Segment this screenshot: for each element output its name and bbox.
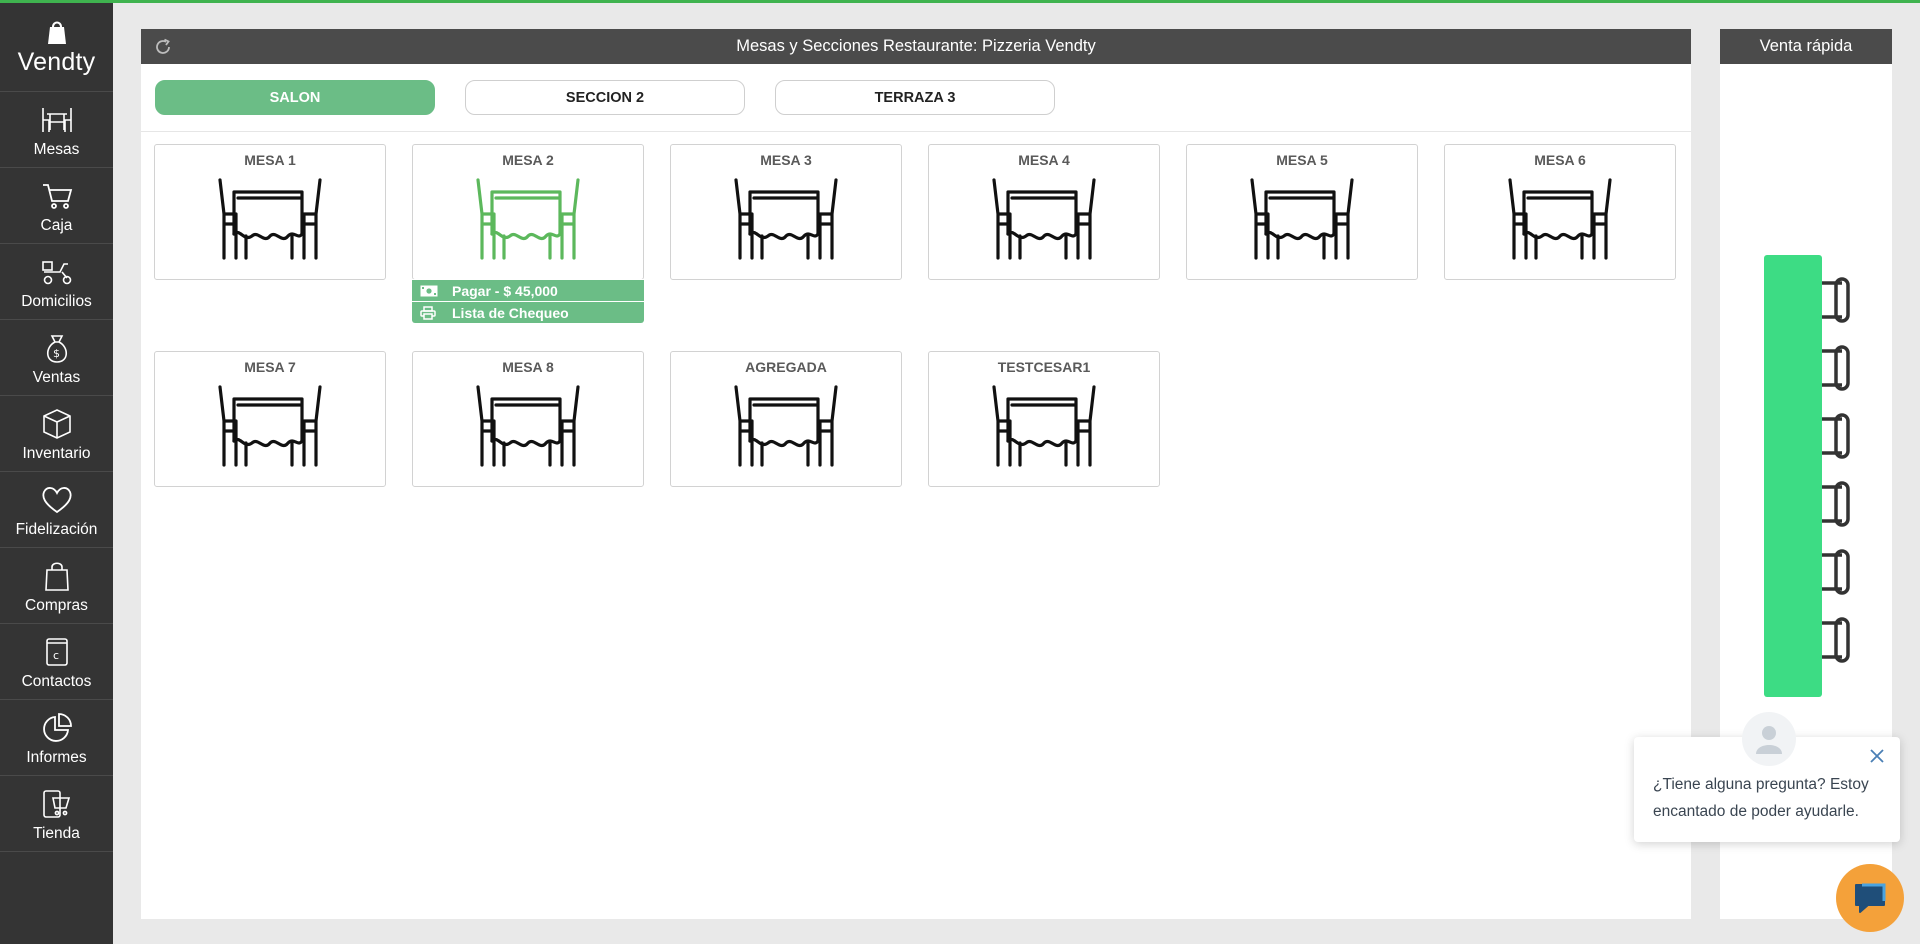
pie-chart-icon <box>41 709 73 747</box>
chat-button[interactable] <box>1836 864 1904 932</box>
section-tabs: SALON SECCION 2 TERRAZA 3 <box>141 64 1691 132</box>
table-card[interactable]: MESA 4 <box>928 144 1160 280</box>
chat-bubble-icon <box>1855 883 1886 913</box>
sidebar-item-label: Inventario <box>22 444 91 462</box>
chat-message: ¿Tiene alguna pregunta? Estoy encantado … <box>1653 776 1869 820</box>
table-card[interactable]: MESA 6 <box>1444 144 1676 280</box>
cart-icon <box>41 177 73 215</box>
table-name: MESA 2 <box>502 152 554 168</box>
sidebar-item-informes[interactable]: Informes <box>0 700 113 776</box>
pay-label: Pagar - $ 45,000 <box>452 282 558 299</box>
brand-logo[interactable]: Vendty <box>0 3 113 92</box>
svg-text:c: c <box>53 649 59 662</box>
sidebar-item-label: Domicilios <box>21 292 92 310</box>
panel-header: Mesas y Secciones Restaurante: Pizzeria … <box>141 29 1691 64</box>
tab-seccion-2[interactable]: SECCION 2 <box>465 80 745 115</box>
shopping-bag-logo-icon <box>47 21 66 44</box>
table-name: MESA 6 <box>1534 152 1586 168</box>
sidebar-item-label: Compras <box>25 596 88 614</box>
sidebar-item-label: Informes <box>26 748 87 766</box>
dining-table-icon <box>413 385 643 467</box>
close-icon[interactable] <box>1868 747 1886 765</box>
quick-sale-title: Venta rápida <box>1720 29 1892 64</box>
dining-table-icon <box>1187 178 1417 260</box>
table-name: MESA 3 <box>760 152 812 168</box>
sidebar-item-contactos[interactable]: c Contactos <box>0 624 113 700</box>
sidebar: Vendty Mesas Caja Domicilios $ Ventas In… <box>0 3 113 944</box>
sidebar-item-label: Contactos <box>21 672 92 690</box>
sidebar-item-fidelizacion[interactable]: Fidelización <box>0 472 113 548</box>
pay-button[interactable]: Pagar - $ 45,000 <box>412 279 644 301</box>
table-name: MESA 8 <box>502 359 554 375</box>
svg-text:$: $ <box>53 347 60 360</box>
table-card[interactable]: MESA 2 Pagar - $ 45,000 Lista de Chequeo <box>412 144 644 323</box>
table-card[interactable]: MESA 5 <box>1186 144 1418 280</box>
printer-icon <box>420 305 438 320</box>
sidebar-item-ventas[interactable]: $ Ventas <box>0 320 113 396</box>
dining-table-icon <box>671 385 901 467</box>
user-avatar-icon <box>1756 726 1782 754</box>
table-card[interactable]: MESA 8 <box>412 351 644 487</box>
shopping-bag-icon <box>43 557 71 595</box>
dining-table-icon <box>929 385 1159 467</box>
box-icon <box>42 405 72 443</box>
chat-avatar <box>1742 712 1796 766</box>
notebook-icon[interactable] <box>1762 253 1852 704</box>
sidebar-item-label: Caja <box>40 216 73 234</box>
dining-table-icon <box>155 178 385 260</box>
sidebar-item-label: Ventas <box>32 368 81 386</box>
table-card[interactable]: MESA 3 <box>670 144 902 280</box>
table-card[interactable]: AGREGADA <box>670 351 902 487</box>
table-name: AGREGADA <box>745 359 827 375</box>
table-name: MESA 7 <box>244 359 296 375</box>
store-phone-icon <box>41 785 73 823</box>
table-icon <box>40 101 74 139</box>
dining-table-icon <box>413 178 643 260</box>
table-card[interactable]: TESTCESAR1 <box>928 351 1160 487</box>
sidebar-item-mesas[interactable]: Mesas <box>0 92 113 168</box>
table-name: MESA 4 <box>1018 152 1070 168</box>
sidebar-item-label: Mesas <box>33 140 80 158</box>
table-card[interactable]: MESA 1 <box>154 144 386 280</box>
sidebar-item-label: Fidelización <box>15 520 98 538</box>
table-name: MESA 1 <box>244 152 296 168</box>
table-name: TESTCESAR1 <box>997 359 1091 375</box>
dining-table-icon <box>929 178 1159 260</box>
brand-name: Vendty <box>17 47 96 76</box>
sidebar-item-inventario[interactable]: Inventario <box>0 396 113 472</box>
dining-table-icon <box>1445 178 1675 260</box>
tables-panel: Mesas y Secciones Restaurante: Pizzeria … <box>141 29 1691 919</box>
table-actions: Pagar - $ 45,000 Lista de Chequeo <box>412 279 644 323</box>
dining-table-icon <box>155 385 385 467</box>
checklist-button[interactable]: Lista de Chequeo <box>412 301 644 323</box>
sidebar-item-domicilios[interactable]: Domicilios <box>0 244 113 320</box>
money-bag-icon: $ <box>43 329 71 367</box>
dining-table-icon <box>671 178 901 260</box>
contacts-book-icon: c <box>43 633 71 671</box>
sidebar-item-caja[interactable]: Caja <box>0 168 113 244</box>
table-card[interactable]: MESA 7 <box>154 351 386 487</box>
tab-terraza-3[interactable]: TERRAZA 3 <box>775 80 1055 115</box>
scooter-icon <box>40 253 74 291</box>
checklist-label: Lista de Chequeo <box>452 304 569 321</box>
cash-icon <box>420 284 438 298</box>
table-name: MESA 5 <box>1276 152 1328 168</box>
refresh-icon[interactable] <box>153 37 173 57</box>
tab-salon[interactable]: SALON <box>155 80 435 115</box>
sidebar-item-compras[interactable]: Compras <box>0 548 113 624</box>
sidebar-item-label: Tienda <box>33 824 80 842</box>
page-title: Mesas y Secciones Restaurante: Pizzeria … <box>736 37 1096 55</box>
heart-icon <box>41 481 73 519</box>
sidebar-item-tienda[interactable]: Tienda <box>0 776 113 852</box>
top-accent-line <box>0 0 1920 3</box>
